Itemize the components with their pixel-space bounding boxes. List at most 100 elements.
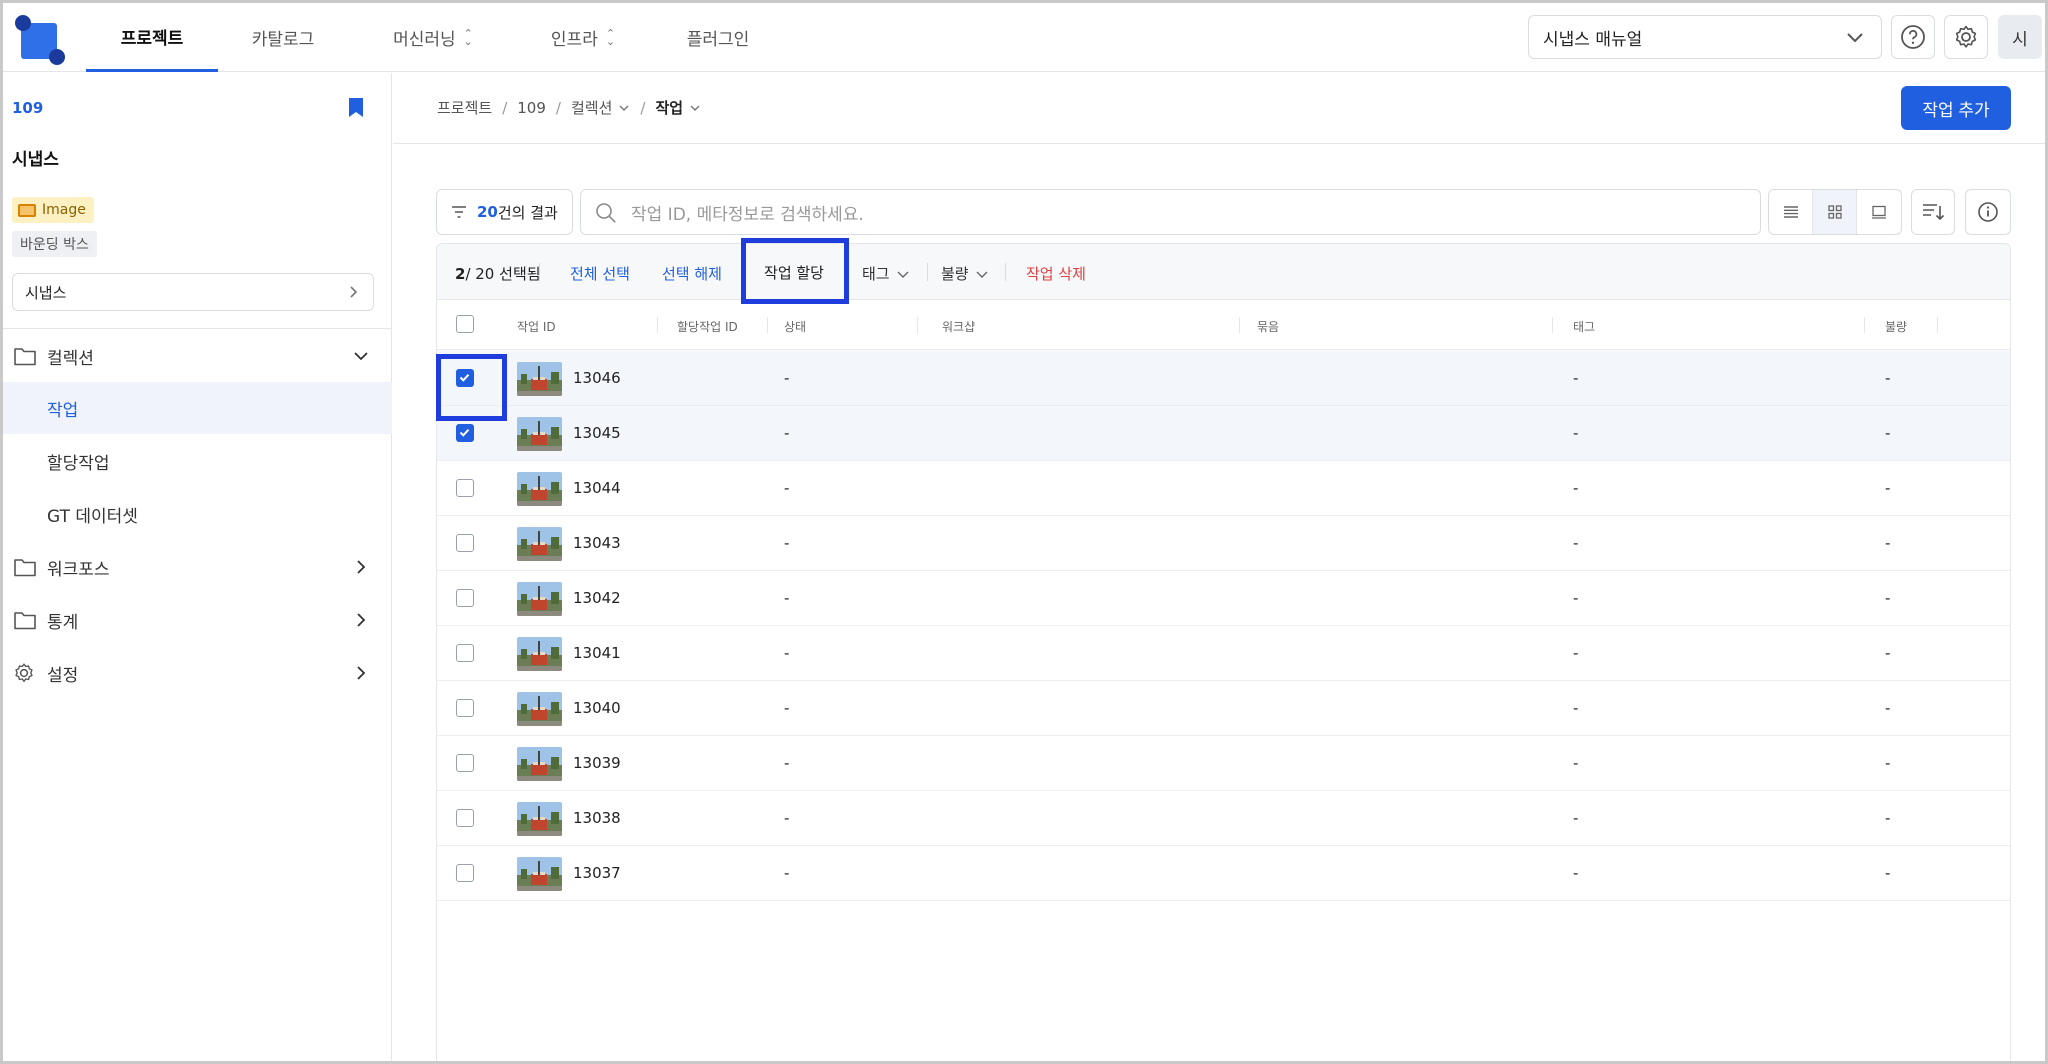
row-checkbox[interactable] [456,864,474,882]
sidebar-item-stats[interactable]: 통계 [3,595,392,645]
row-checkbox[interactable] [456,534,474,552]
row-checkbox[interactable] [456,809,474,827]
job-defect: - [1885,369,1891,387]
grid-view-button[interactable] [1813,190,1857,234]
nav-tab-plugin[interactable]: 플러그인 [663,3,773,72]
manual-select[interactable]: 시냅스 매뉴얼 [1528,15,1882,59]
table-row[interactable]: 13046 - - - [437,351,2010,406]
dataset-select-value: 시냅스 [25,283,67,302]
list-view-button[interactable] [1769,190,1813,234]
column-header[interactable]: 태그 [1573,318,1595,335]
job-thumbnail[interactable] [517,417,562,451]
gallery-view-button[interactable] [1857,190,1901,234]
row-checkbox[interactable] [456,369,474,387]
nav-tab-infra[interactable]: 인프라 ⌃ ⌄ [528,3,638,72]
breadcrumb-project[interactable]: 프로젝트 [437,97,492,118]
column-header[interactable]: 워크샵 [942,318,975,335]
help-icon [1901,25,1925,49]
selected-number: 2 [455,265,466,283]
delete-job-button[interactable]: 작업 삭제 [1026,263,1086,284]
job-thumbnail[interactable] [517,362,562,396]
nav-tab-label: 인프라 [550,30,598,50]
divider [1005,263,1006,281]
table-row[interactable]: 13041 - - - [437,626,2010,681]
add-job-button[interactable]: 작업 추가 [1901,86,2011,130]
column-divider [917,317,918,333]
column-header[interactable]: 불량 [1885,318,1907,335]
job-id: 13046 [573,369,621,387]
table-row[interactable]: 13044 - - - [437,461,2010,516]
row-checkbox[interactable] [456,644,474,662]
sidebar-item-assigned-job[interactable]: 할당작업 [3,435,392,487]
row-checkbox[interactable] [456,589,474,607]
job-thumbnail[interactable] [517,802,562,836]
row-checkbox[interactable] [456,479,474,497]
updown-icon: ⌃ ⌄ [463,26,473,48]
column-header[interactable]: 상태 [784,318,806,335]
top-navigation: 프로젝트 카탈로그 머신러닝 ⌃ ⌄ 인프라 ⌃ ⌄ 플러그인 시냅스 매뉴얼 시 [3,3,2045,72]
table-row[interactable]: 13039 - - - [437,736,2010,791]
project-name: 시냅스 [12,150,59,170]
select-all-button[interactable]: 전체 선택 [570,263,630,284]
sort-icon [1923,204,1945,221]
column-header[interactable]: 할당작업 ID [677,318,738,335]
breadcrumb-separator: / [640,98,646,117]
row-checkbox[interactable] [456,699,474,717]
sidebar-item-collection[interactable]: 컬렉션 [3,331,392,381]
job-thumbnail[interactable] [517,527,562,561]
app-logo[interactable] [13,15,65,65]
sidebar-item-gt-dataset[interactable]: GT 데이터셋 [3,488,392,540]
nav-tab-project[interactable]: 프로젝트 [86,3,218,72]
search-input[interactable]: 작업 ID, 메타정보로 검색하세요. [580,189,1761,235]
job-thumbnail[interactable] [517,692,562,726]
job-tag: - [1573,754,1579,772]
info-button[interactable] [1965,189,2011,235]
job-thumbnail[interactable] [517,637,562,671]
job-thumbnail[interactable] [517,747,562,781]
job-thumbnail[interactable] [517,472,562,506]
job-id: 13041 [573,644,621,662]
column-header[interactable]: 묶음 [1257,318,1279,335]
sort-button[interactable] [1911,189,1955,235]
chevron-right-icon [357,560,366,574]
breadcrumb-collection[interactable]: 컬렉션 [571,97,612,118]
job-thumbnail[interactable] [517,582,562,616]
table-row[interactable]: 13045 - - - [437,406,2010,461]
row-checkbox[interactable] [456,754,474,772]
sidebar-item-settings[interactable]: 설정 [3,648,392,698]
breadcrumb-job[interactable]: 작업 [655,97,683,118]
job-tag: - [1573,864,1579,882]
select-all-checkbox[interactable] [456,315,474,333]
dataset-select[interactable]: 시냅스 [12,273,374,311]
deselect-button[interactable]: 선택 해제 [662,263,722,284]
tag-dropdown[interactable]: 태그 [862,263,910,284]
settings-button[interactable] [1944,15,1988,59]
table-row[interactable]: 13043 - - - [437,516,2010,571]
table-row[interactable]: 13038 - - - [437,791,2010,846]
badge-label: Image [42,202,86,218]
breadcrumb-project-id[interactable]: 109 [517,99,546,117]
row-checkbox[interactable] [456,424,474,442]
job-thumbnail[interactable] [517,857,562,891]
nav-tab-machine-learning[interactable]: 머신러닝 ⌃ ⌄ [368,3,498,72]
nav-tab-catalog[interactable]: 카탈로그 [228,3,338,72]
total-number: / 20 [465,265,495,283]
sidebar-item-workforce[interactable]: 워크포스 [3,542,392,592]
table-row[interactable]: 13040 - - - [437,681,2010,736]
user-avatar[interactable]: 시 [1998,15,2042,59]
divider [539,263,540,281]
table-row[interactable]: 13042 - - - [437,571,2010,626]
assign-job-button[interactable]: 작업 할당 [744,244,844,300]
bookmark-icon[interactable] [347,97,365,119]
help-button[interactable] [1891,15,1935,59]
job-tag: - [1573,479,1579,497]
sidebar-item-job[interactable]: 작업 [3,382,392,434]
nav-tab-label: 프로젝트 [120,28,184,49]
filter-button[interactable]: 20 건의 결과 [436,189,573,235]
sidebar-item-label: 워크포스 [47,559,110,580]
table-row[interactable]: 13037 - - - [437,846,2010,901]
defect-dropdown[interactable]: 불량 [941,263,989,284]
filter-icon [452,206,466,218]
column-header[interactable]: 작업 ID [517,318,556,335]
project-id: 109 [12,99,44,117]
